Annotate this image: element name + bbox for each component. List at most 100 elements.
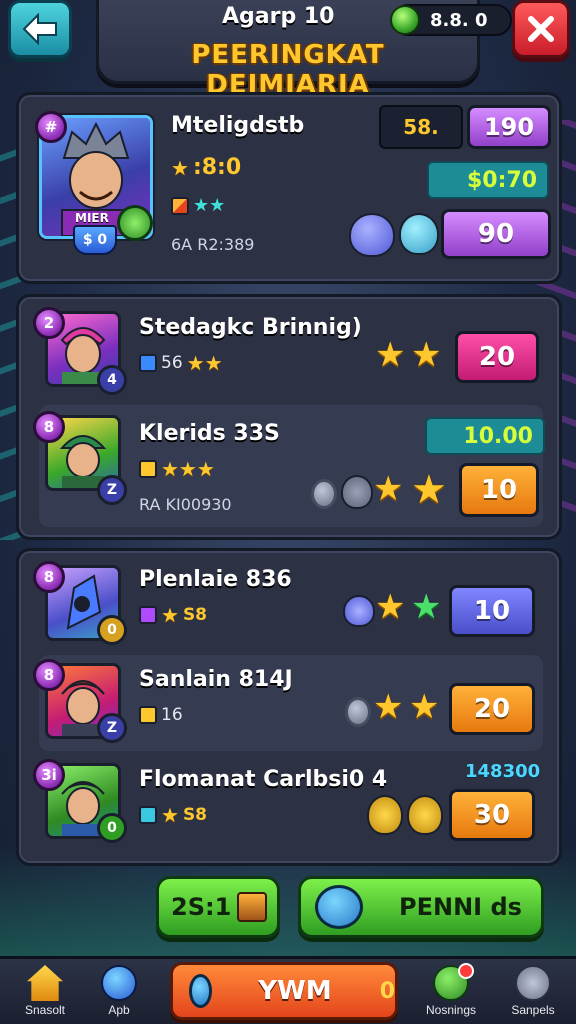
trophy-icon — [407, 795, 443, 835]
player-name: Flomanat Carlbsi0 4 — [139, 767, 388, 792]
class-icon — [139, 460, 157, 478]
player-level-badge: 4 — [97, 365, 127, 395]
star-icon: ★ — [171, 155, 189, 180]
reward-button[interactable]: 2S:1 — [156, 876, 280, 938]
featured-top-score[interactable]: 190 — [467, 105, 551, 149]
player-rank-badge: 2 — [33, 307, 65, 339]
currency-value: 8.8. 0 — [430, 9, 488, 31]
class-icon — [139, 354, 157, 372]
home-icon — [27, 965, 63, 1001]
avatar-tag: MIER — [75, 211, 109, 225]
featured-tag: 6A R2:389 — [171, 235, 255, 254]
player-meta: ★ S8 — [139, 603, 207, 627]
silver-coin-icon — [345, 697, 371, 727]
player-name: Sanlain 814J — [139, 667, 293, 692]
share-button[interactable]: PENNI ds — [298, 876, 544, 938]
player-teal-value: 10.00 — [425, 417, 545, 455]
player-meta-value: S8 — [182, 805, 208, 825]
reward-button-label: 2S:1 — [171, 893, 232, 921]
star-icon: ★ — [375, 335, 406, 375]
player-meta-value: 16 — [161, 705, 183, 725]
creature-icon — [399, 213, 439, 255]
play-count: 0 — [379, 978, 395, 1004]
gem-icon — [390, 5, 420, 35]
currency-counter[interactable]: 8.8. 0 — [390, 4, 512, 36]
featured-rank-badge: # — [35, 111, 67, 143]
silver-coin-icon — [311, 479, 337, 509]
player-rank-badge: 8 — [33, 659, 65, 691]
close-button[interactable] — [512, 0, 570, 58]
cyan-star-icon: ★★ — [193, 195, 226, 216]
player-level-badge: Z — [97, 713, 127, 743]
play-button[interactable]: YWM 0 — [170, 962, 398, 1020]
star-icon: ★ — [409, 687, 440, 727]
player-level-badge: Z — [97, 475, 127, 505]
player-score-button[interactable]: 30 — [449, 789, 535, 841]
back-arrow-icon — [22, 13, 57, 45]
player-rank-badge: 8 — [33, 411, 65, 443]
player-meta-value: S8 — [182, 605, 208, 625]
nav-item-notifications[interactable]: Nosnings — [406, 959, 496, 1024]
nav-label: Sanpels — [511, 1003, 555, 1017]
featured-score-button[interactable]: 90 — [441, 209, 551, 259]
player-meta-value: 56 — [161, 353, 183, 373]
featured-top-value: 58. — [379, 105, 463, 149]
star-icon: ★ — [161, 603, 179, 627]
creature-icon — [349, 213, 395, 257]
check-badge-icon — [189, 974, 213, 1008]
close-icon — [528, 16, 554, 42]
player-name: Klerids 33S — [139, 421, 280, 446]
class-icon — [139, 806, 157, 824]
notification-dot-icon — [458, 963, 474, 979]
shield-badge-icon: $ 0 — [73, 225, 117, 255]
level-title: Agarp 10 — [222, 4, 335, 29]
player-name: Plenlaie 836 — [139, 567, 292, 592]
star-icon: ★ — [375, 587, 406, 627]
leaderboard-group-1: 2 4 Stedagkc Brinnig) 56 ★★ ★ ★ 20 8 Z K… — [16, 294, 562, 540]
player-rank-badge: 3i — [33, 759, 65, 791]
featured-stars-value: :8:0 — [192, 155, 242, 180]
level-badge-icon — [117, 205, 153, 241]
featured-player-name: Mteligdstb — [171, 113, 305, 138]
nav-item-menu[interactable]: Sanpels — [488, 959, 576, 1024]
trophy-icon — [367, 795, 403, 835]
star-icon: ★★ — [186, 351, 223, 375]
compass-icon — [101, 965, 137, 1001]
featured-teal-value: $0:70 — [427, 161, 549, 199]
nav-label: Apb — [108, 1003, 130, 1017]
player-meta: 16 — [139, 705, 183, 725]
chest-icon — [237, 892, 268, 922]
star-icon: ★ — [373, 469, 404, 509]
player-score-button[interactable]: 20 — [449, 683, 535, 735]
trophy-icon — [341, 475, 373, 509]
player-name: Stedagkc Brinnig) — [139, 315, 362, 340]
leaderboard-group-2: 8 0 Plenlaie 836 ★ S8 ★ ★ 10 8 Z Sanlain… — [16, 548, 562, 866]
player-level-badge: 0 — [97, 813, 127, 843]
player-rank-badge: 8 — [33, 561, 65, 593]
player-meta: ★★★ — [139, 457, 215, 481]
nav-label: Nosnings — [425, 1003, 477, 1017]
play-button-label: YWM — [258, 976, 332, 1006]
player-score-button[interactable]: 20 — [455, 331, 539, 383]
back-button[interactable] — [8, 0, 72, 58]
star-icon: ★★★ — [161, 457, 215, 481]
menu-icon — [515, 965, 551, 1001]
page-subtitle: PEERINGKAT DEIMIARIA — [191, 40, 385, 100]
share-button-label: PENNI ds — [399, 893, 522, 921]
star-icon: ★ — [373, 687, 404, 727]
star-icon: ★ — [411, 467, 447, 513]
player-cyan-value: 148300 — [465, 761, 541, 782]
top-bar: Agarp 10 8.8. 0 PEERINGKAT DEIMIARIA — [0, 0, 576, 100]
nav-item-compass[interactable]: Apb — [74, 959, 164, 1024]
class-icon — [139, 706, 157, 724]
player-tag: RA KI00930 — [139, 495, 232, 514]
star-icon: ★ — [161, 803, 179, 827]
player-score-button[interactable]: 10 — [459, 463, 539, 517]
player-score-button[interactable]: 10 — [449, 585, 535, 637]
creature-icon — [343, 595, 375, 627]
player-level-badge: 0 — [97, 615, 127, 645]
class-icon — [139, 606, 157, 624]
star-icon: ★ — [411, 335, 442, 375]
green-star-icon: ★ — [411, 587, 442, 627]
featured-stars: ★ :8:0 — [171, 155, 241, 180]
